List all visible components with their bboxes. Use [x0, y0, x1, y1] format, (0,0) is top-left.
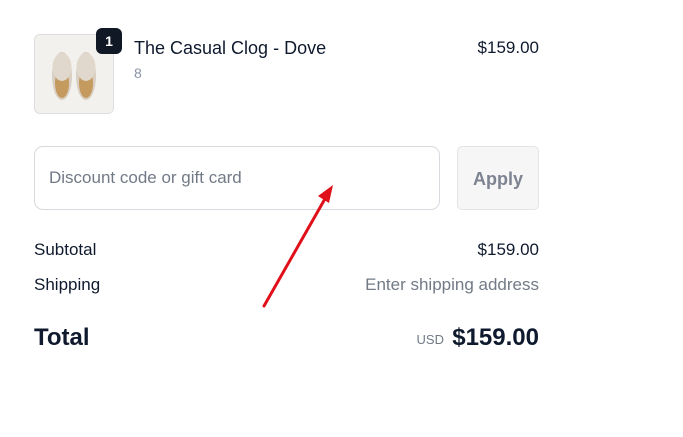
- subtotal-label: Subtotal: [34, 240, 97, 259]
- subtotal-row: Subtotal $159.00: [34, 240, 539, 262]
- total-value: $159.00: [452, 324, 539, 351]
- apply-discount-button[interactable]: Apply: [457, 146, 539, 210]
- line-item: 1 The Casual Clog - Dove 8 $159.00: [34, 28, 539, 116]
- clog-slippers-image: [52, 52, 96, 100]
- product-name: The Casual Clog - Dove: [134, 38, 327, 58]
- shipping-value: Enter shipping address: [365, 275, 539, 294]
- shipping-row: Shipping Enter shipping address: [34, 275, 539, 297]
- product-variant: 8: [134, 65, 142, 81]
- total-currency: USD: [416, 332, 444, 347]
- shipping-label: Shipping: [34, 275, 101, 294]
- order-summary: 1 The Casual Clog - Dove 8 $159.00 Apply…: [0, 0, 683, 437]
- total-label: Total: [34, 324, 90, 351]
- total-row: Total USD $159.00: [34, 322, 539, 356]
- subtotal-value: $159.00: [477, 240, 539, 259]
- product-price: $159.00: [477, 38, 539, 57]
- quantity-badge: 1: [96, 28, 122, 54]
- discount-code-input[interactable]: [34, 146, 440, 210]
